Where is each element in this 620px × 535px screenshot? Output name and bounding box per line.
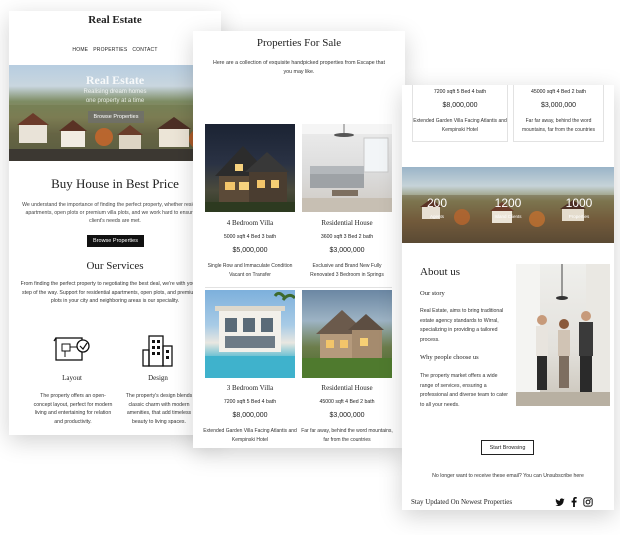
property-price-4: $3,000,000	[329, 412, 365, 419]
property-price-3: $8,000,000	[232, 412, 268, 419]
property-image-1[interactable]	[205, 124, 295, 212]
stat-label-properties: Properties	[568, 214, 590, 219]
service-text-design: The property's design blends classic cha…	[125, 393, 193, 426]
property-name-2: Residential House	[321, 219, 373, 227]
unsubscribe-link[interactable]: Unsubscribe here	[543, 473, 584, 479]
nav-properties[interactable]: PROPERTIES	[93, 47, 127, 53]
top-card-desc-2: Far far away, behind the word mountains,…	[521, 118, 596, 133]
top-card-desc-1: Extended Garden Villa Facing Atlantis an…	[413, 118, 507, 133]
blueprint-icon	[53, 337, 90, 361]
top-nav: HOME PROPERTIES CONTACT	[9, 47, 221, 53]
hero-subtitle-2: one property at a time	[85, 98, 145, 104]
about-title: About us	[420, 266, 461, 278]
footer-text: Stay Updated On Newest Properties	[411, 498, 513, 506]
intro-text: We understand the importance of finding …	[22, 202, 208, 224]
unsubscribe-line: No longer want to receive these email? Y…	[402, 473, 614, 479]
card-bottom-right	[513, 141, 604, 142]
about-image	[516, 264, 610, 406]
property-specs-1: 5000 sqft 4 Bed 3 bath	[223, 234, 277, 240]
unsubscribe-text: No longer want to receive these email? Y…	[432, 473, 542, 479]
services-text: From finding the perfect property to neg…	[20, 281, 210, 304]
brand-logo[interactable]: Real Estate	[9, 14, 221, 26]
stat-value-properties: 1000	[565, 196, 593, 210]
properties-intro: Here are a collection of exquisite handp…	[213, 60, 385, 75]
why-text: The property market offers a wide range …	[420, 373, 508, 408]
top-card-specs-2: 45000 sqft 4 Bed 2 bath	[530, 89, 587, 95]
card-bottom-left	[412, 141, 508, 142]
twitter-icon[interactable]	[555, 498, 565, 507]
stat-label-agents: Agents	[429, 214, 444, 219]
stat-label-clients: Island Clients	[494, 214, 522, 219]
property-name-4: Residential House	[321, 384, 373, 392]
instagram-icon[interactable]	[583, 497, 593, 507]
stone-house-graphic	[302, 310, 392, 378]
nav-home[interactable]: HOME	[72, 47, 88, 53]
villa-night-graphic	[205, 146, 295, 212]
property-specs-4: 45000 sqft 4 Bed 2 bath	[319, 399, 375, 405]
story-text: Real Estate, aims to bring traditional e…	[420, 308, 504, 343]
service-title-layout: Layout	[62, 374, 82, 382]
why-title: Why people choose us	[420, 354, 479, 361]
property-name-1: 4 Bedroom Villa	[226, 219, 274, 227]
stats-banner: 200 Agents 1200 Island Clients 1000 Prop…	[402, 167, 614, 243]
hero-subtitle-1: Realising dream homes	[83, 89, 147, 95]
stat-value-agents: 200	[426, 196, 448, 210]
stat-value-clients: 1200	[494, 196, 522, 210]
hero-image: Real Estate Realising dream homes one pr…	[9, 65, 221, 161]
property-specs-3: 7200 sqft 5 Bed 4 bath	[223, 399, 277, 405]
email-panel-home: Real Estate HOME PROPERTIES CONTACT Real…	[9, 11, 221, 435]
nav-contact[interactable]: CONTACT	[132, 47, 157, 53]
property-image-4[interactable]	[302, 290, 392, 378]
hero-title: Real Estate	[85, 73, 145, 87]
property-image-3[interactable]	[205, 290, 295, 378]
story-title: Our story	[420, 290, 445, 297]
people-house-graphic	[516, 264, 610, 406]
property-price-2: $3,000,000	[329, 247, 365, 254]
property-desc-4: Far far away, behind the word mountains,…	[301, 428, 393, 443]
property-price-1: $5,000,000	[232, 247, 268, 254]
email-panel-about: 7200 sqft 5 Bed 4 bath $8,000,000 Extend…	[402, 85, 614, 510]
pool-villa-graphic	[205, 291, 295, 378]
properties-title: Properties For Sale	[256, 37, 342, 49]
top-card-price-1: $8,000,000	[442, 102, 478, 109]
headline: Buy House in Best Price	[51, 176, 179, 191]
service-text-layout: The property offers an open-concept layo…	[33, 393, 113, 426]
property-desc-2: Exclusive and Brand New Fully Renovated …	[310, 263, 384, 278]
start-browsing-button[interactable]: Start Browsing	[481, 440, 534, 455]
email-panel-properties: Properties For Sale Here are a collectio…	[193, 31, 405, 448]
property-desc-1: Single Row and Immaculate Condition Vaca…	[207, 263, 293, 278]
top-card-specs-1: 7200 sqft 5 Bed 4 bath	[433, 89, 487, 95]
card-divider	[205, 287, 392, 288]
facebook-icon[interactable]	[571, 497, 577, 507]
top-card-price-2: $3,000,000	[540, 102, 577, 109]
property-image-2[interactable]	[302, 124, 392, 212]
property-specs-2: 3600 sqft 3 Bed 2 bath	[320, 234, 374, 240]
living-room-graphic	[302, 124, 392, 212]
building-icon	[142, 335, 173, 367]
services-title: Our Services	[86, 260, 144, 272]
browse-properties-button[interactable]: Browse Properties	[87, 235, 144, 247]
property-name-3: 3 Bedroom Villa	[226, 384, 274, 392]
hero-browse-button[interactable]: Browse Properties	[88, 111, 144, 123]
property-desc-3: Extended Garden Villa Facing Atlantis an…	[203, 428, 297, 443]
service-title-design: Design	[148, 374, 168, 382]
